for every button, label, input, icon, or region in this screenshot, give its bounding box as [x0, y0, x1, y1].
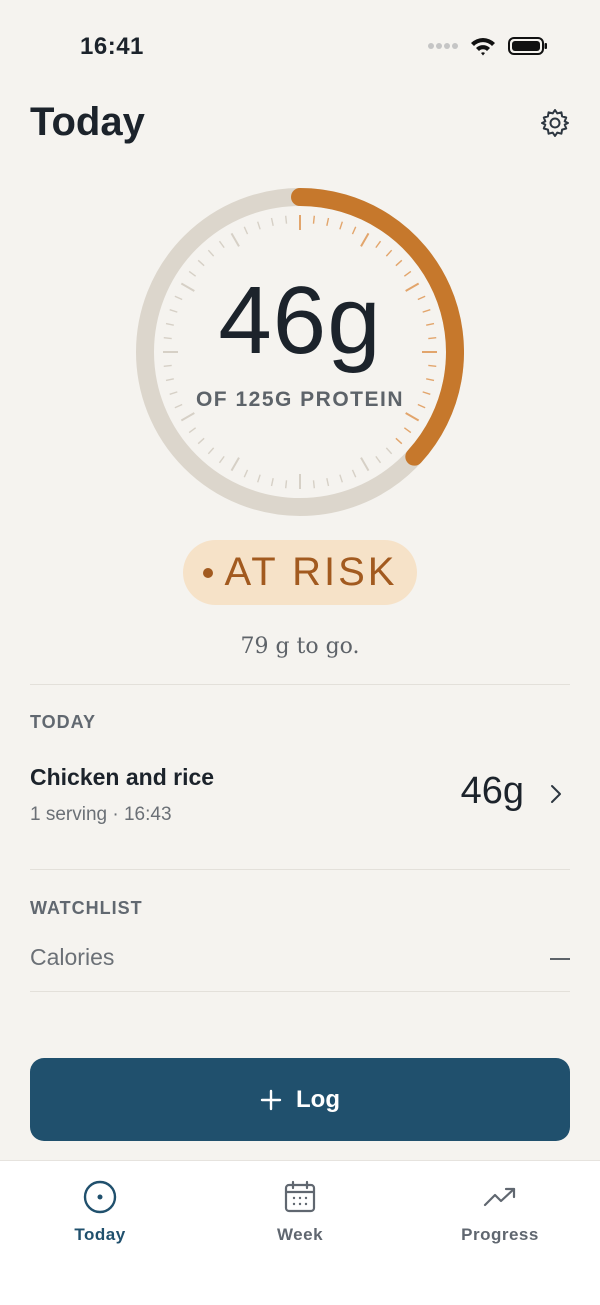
ring-tick	[360, 457, 370, 472]
settings-button[interactable]	[540, 108, 570, 138]
status-time: 16:41	[80, 33, 144, 60]
ring-tick	[218, 240, 225, 249]
meal-meta: 1 serving · 16:43	[30, 804, 172, 825]
meal-name: Chicken and rice	[30, 764, 215, 790]
ring-tick	[165, 378, 174, 382]
ring-tick	[284, 215, 288, 224]
status-icons	[428, 36, 548, 56]
ring-tick	[256, 221, 261, 230]
tab-today-label: Today	[74, 1225, 126, 1244]
ring-tick	[375, 455, 382, 464]
battery-icon	[508, 37, 547, 55]
ring-tick	[207, 249, 215, 257]
status-dot	[202, 567, 213, 578]
ring-tick	[395, 259, 403, 267]
ring-tick	[339, 221, 344, 230]
meal-amount: 46g	[460, 770, 524, 812]
ring-tick	[403, 427, 412, 434]
ring-tick	[326, 217, 330, 226]
tab-week-label: Week	[276, 1225, 324, 1244]
ring-tick	[243, 226, 249, 235]
page-title: Today	[30, 100, 145, 144]
log-button-label: Log	[296, 1085, 340, 1113]
watchlist-item-value-dash	[550, 958, 570, 960]
ring-tick	[351, 226, 357, 235]
signal-icon	[428, 43, 458, 49]
ring-tick	[351, 469, 357, 478]
divider	[30, 684, 570, 685]
ring-tick	[312, 215, 316, 224]
tab-progress[interactable]: Progress	[430, 1179, 570, 1259]
ring-tick	[312, 480, 316, 489]
trend-icon	[483, 1187, 516, 1207]
ring-tick	[326, 478, 330, 487]
protein-value: 46g	[218, 267, 382, 374]
tab-progress-label: Progress	[461, 1225, 539, 1244]
ring-tick	[197, 437, 205, 445]
tab-today[interactable]: Today	[30, 1179, 170, 1259]
today-section-label: TODAY	[30, 712, 97, 732]
ring-tick	[360, 232, 370, 247]
calendar-icon	[284, 1180, 316, 1213]
tab-week[interactable]: Week	[230, 1179, 370, 1259]
tab-bar: Today Week Progress	[0, 1160, 600, 1305]
ring-tick	[385, 447, 393, 455]
status-bar: 16:41	[0, 0, 600, 96]
status-badge: AT RISK	[183, 540, 417, 605]
plus-icon	[260, 1089, 282, 1110]
ring-tick	[270, 478, 274, 487]
ring-tick	[243, 469, 249, 478]
ring-tick	[270, 217, 274, 226]
watchlist-item[interactable]: Calories	[30, 940, 570, 980]
divider	[30, 991, 570, 992]
ring-tick	[230, 232, 240, 247]
ring-tick	[375, 240, 382, 249]
protein-goal-label: OF 125G PROTEIN	[195, 388, 405, 411]
ring-tick	[180, 412, 195, 422]
ring-tick	[197, 259, 205, 267]
target-icon	[83, 1180, 117, 1214]
watchlist-item-label: Calories	[30, 944, 115, 970]
gear-icon	[541, 109, 569, 137]
protein-progress-ring: 46g OF 125G PROTEIN	[136, 188, 464, 516]
ring-tick	[405, 412, 420, 422]
wifi-icon	[471, 38, 495, 56]
ring-tick	[395, 437, 403, 445]
ring-tick	[339, 474, 344, 483]
ring-tick	[284, 480, 288, 489]
ring-tick	[218, 455, 225, 464]
meal-entry-row[interactable]: Chicken and rice 1 serving · 16:43 46g	[30, 756, 570, 836]
remaining-text: 79 g to go.	[240, 634, 360, 659]
log-button[interactable]: Log	[30, 1058, 570, 1141]
chevron-right-icon	[551, 785, 561, 803]
ring-tick	[385, 249, 393, 257]
status-label: AT RISK	[224, 550, 398, 594]
ring-tick	[230, 457, 240, 472]
ring-tick	[256, 474, 261, 483]
ring-tick	[188, 427, 197, 434]
header: Today	[30, 98, 570, 158]
ring-tick	[207, 447, 215, 455]
divider	[30, 869, 570, 870]
watchlist-section-label: WATCHLIST	[30, 898, 143, 918]
ring-tick	[426, 378, 435, 382]
